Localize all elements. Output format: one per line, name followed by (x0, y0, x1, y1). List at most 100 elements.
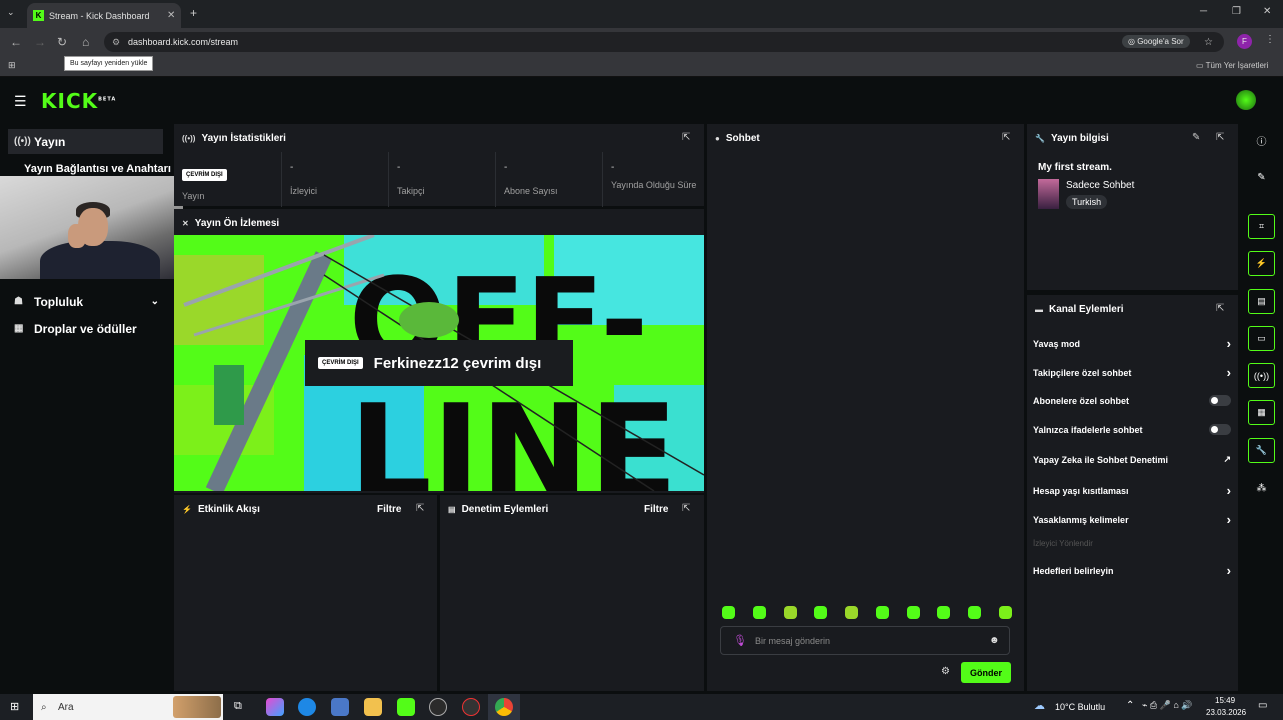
note-icon[interactable]: ▤ (1248, 289, 1275, 314)
reload-icon[interactable]: ↻ (57, 35, 67, 49)
hamburger-menu-icon[interactable]: ☰ (14, 93, 27, 110)
send-button[interactable]: Gönder (961, 662, 1011, 683)
taskbar-search[interactable]: ⌕ Ara (33, 694, 223, 720)
broadcast-icon[interactable]: ((•)) (1248, 363, 1275, 388)
popout-icon[interactable]: ⇱ (1216, 303, 1224, 314)
file-explorer-icon[interactable] (364, 698, 382, 716)
obs-icon[interactable] (429, 698, 447, 716)
store-icon[interactable] (331, 698, 349, 716)
bookmarks-bar: ⊞ ▭ Tüm Yer İşaretleri (0, 56, 1283, 77)
emote-icon[interactable] (998, 606, 1012, 619)
emote-icon[interactable] (875, 606, 889, 619)
chat-message-input[interactable]: 🎙 Bir mesaj gönderin ☻ (720, 626, 1010, 655)
tray-chevron-icon[interactable]: ⌃ (1126, 700, 1134, 711)
copilot-icon[interactable] (266, 698, 284, 716)
minimize-icon[interactable]: ─ (1200, 6, 1207, 17)
preview-title-text: Yayın Ön İzlemesi (194, 218, 280, 229)
emote-icon[interactable] (968, 606, 982, 619)
window-close-icon[interactable]: ✕ (1263, 6, 1271, 17)
popout-icon[interactable]: ⇱ (682, 503, 690, 514)
action-ai-moderation[interactable]: Yapay Zeka ile Sohbet Denetimi ↗ (1033, 454, 1231, 465)
edit-pencil-icon[interactable]: ✎ (1192, 132, 1200, 143)
chevron-right-icon: › (1226, 483, 1231, 498)
tray-icons[interactable]: ⌁ ⎙ 🎤 ⌂ 🔊 (1142, 700, 1192, 711)
emote-icon[interactable] (752, 606, 766, 619)
action-followers-only[interactable]: Takipçilere özel sohbet › (1033, 365, 1231, 380)
stats-panel: ((•)) Yayın İstatistikleri ⇱ ÇEVRİM DIŞI … (174, 124, 704, 207)
edge-icon[interactable] (298, 698, 316, 716)
browser-tab[interactable]: K Stream - Kick Dashboard ✕ (27, 3, 181, 28)
new-tab-icon[interactable]: + (190, 6, 197, 20)
action-label: Yasaklanmış kelimeler (1033, 514, 1129, 525)
popout-icon[interactable]: ⇱ (1002, 132, 1010, 143)
action-label: Yavaş mod (1033, 338, 1081, 349)
lightning-icon[interactable]: ⚡ (1248, 251, 1275, 276)
chevron-right-icon: › (1226, 563, 1231, 578)
emote-icon[interactable] (814, 606, 828, 619)
moderation-filter-button[interactable]: Filtre (644, 504, 668, 515)
sidebar-item-droplar[interactable]: ▦ Droplar ve ödüller (8, 316, 163, 341)
microphone-icon[interactable]: 🎙 (733, 634, 747, 647)
weather-text[interactable]: 10°C Bulutlu (1055, 702, 1105, 712)
action-label: İzleyici Yönlendir (1033, 539, 1093, 548)
bookmark-star-icon[interactable]: ☆ (1204, 37, 1213, 48)
action-set-goals[interactable]: Hedefleri belirleyin › (1033, 563, 1231, 578)
all-bookmarks[interactable]: ▭ Tüm Yer İşaretleri (1196, 61, 1268, 70)
emote-icon[interactable] (906, 606, 920, 619)
close-tab-icon[interactable]: ✕ (167, 10, 181, 21)
emote-icon[interactable] (937, 606, 951, 619)
clip-icon[interactable]: ⌗ (1248, 214, 1275, 239)
kick-logo[interactable]: KICKBETA (41, 89, 116, 113)
apps-grid-icon[interactable]: ⊞ (8, 60, 16, 71)
stat-label: Yayın (182, 191, 205, 201)
chat-icon[interactable]: ▭ (1248, 326, 1275, 351)
emote-icon[interactable] (845, 606, 859, 619)
browser-menu-icon[interactable]: ⋮ (1265, 34, 1275, 45)
popout-icon[interactable]: ⇱ (682, 132, 690, 143)
app-b-icon[interactable] (397, 698, 415, 716)
action-slow-mode[interactable]: Yavaş mod › (1033, 336, 1231, 351)
activity-filter-button[interactable]: Filtre (377, 504, 401, 515)
restore-icon[interactable]: ❐ (1232, 6, 1241, 17)
back-icon[interactable]: ← (10, 35, 22, 49)
layout-icon[interactable]: ▦ (1248, 400, 1275, 425)
more-options-icon[interactable]: ⁂ (1248, 476, 1275, 501)
action-subscribers-only: Abonelere özel sohbet (1033, 395, 1231, 406)
browser-toolbar: ⚙ dashboard.kick.com/stream ◎ Google'a S… (0, 28, 1283, 56)
info-icon[interactable]: ⓘ (1248, 128, 1275, 153)
chevron-right-icon: › (1226, 512, 1231, 527)
stream-category: Sadece Sohbet (1066, 180, 1135, 191)
emote-icon[interactable] (722, 606, 735, 619)
site-info-icon[interactable]: ⚙ (112, 37, 120, 48)
sidebar-item-topluluk[interactable]: ☗ Topluluk ⌄ (8, 289, 163, 314)
popout-icon[interactable]: ⇱ (1216, 132, 1224, 143)
windows-start-icon[interactable]: ⊞ (10, 700, 19, 713)
chevron-down-icon[interactable]: ⌄ (151, 296, 159, 307)
stat-label: İzleyici (290, 186, 318, 196)
emote-bar (722, 606, 1012, 620)
task-view-icon[interactable]: ⧉ (234, 700, 242, 713)
chat-settings-gear-icon[interactable]: ⚙ (941, 666, 950, 677)
emotes-only-toggle[interactable] (1209, 424, 1231, 435)
chrome-icon[interactable] (495, 698, 513, 716)
forward-icon[interactable]: → (34, 35, 46, 49)
sidebar-item-yayin[interactable]: ((•)) Yayın (8, 129, 163, 154)
notification-icon[interactable]: ▭ (1258, 700, 1267, 711)
subscribers-only-toggle[interactable] (1209, 395, 1231, 406)
profile-avatar[interactable]: F (1237, 34, 1252, 49)
tab-list-icon[interactable]: ⌄ (7, 7, 15, 18)
action-account-age[interactable]: Hesap yaşı kısıtlaması › (1033, 483, 1231, 498)
popout-icon[interactable]: ⇱ (416, 503, 424, 514)
stats-panel-title: ((•)) Yayın İstatistikleri (182, 133, 286, 144)
sidebar-item-label: Yayın Bağlantısı ve Anahtarı (24, 162, 171, 175)
home-icon[interactable]: ⌂ (82, 35, 89, 49)
address-bar[interactable]: ⚙ dashboard.kick.com/stream ◎ Google'a S… (104, 32, 1224, 52)
google-ask-button[interactable]: ◎ Google'a Sor (1122, 35, 1190, 48)
action-banned-words[interactable]: Yasaklanmış kelimeler › (1033, 512, 1231, 527)
edit-icon[interactable]: ✎ (1248, 165, 1275, 190)
recorder-icon[interactable] (462, 698, 480, 716)
user-avatar[interactable] (1236, 90, 1256, 110)
emoji-icon[interactable]: ☻ (989, 635, 1000, 646)
wrench-icon[interactable]: 🔧 (1248, 438, 1275, 463)
emote-icon[interactable] (783, 606, 797, 619)
